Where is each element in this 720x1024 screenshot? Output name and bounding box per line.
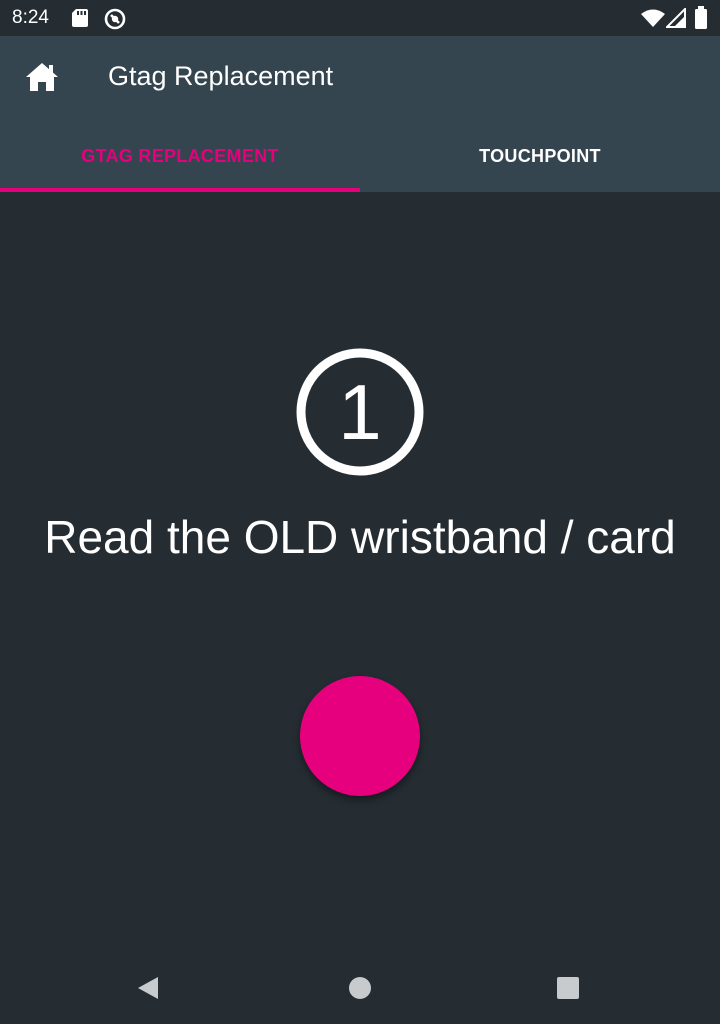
signal-icon (666, 8, 686, 28)
tab-touchpoint[interactable]: TOUCHPOINT (360, 120, 720, 192)
read-card-button[interactable] (300, 676, 420, 796)
sync-icon (104, 8, 126, 30)
tab-indicator (0, 188, 360, 192)
navigation-bar (0, 952, 720, 1024)
recents-icon[interactable] (556, 976, 580, 1000)
step-number: 1 (338, 368, 382, 456)
sd-card-icon (72, 9, 88, 27)
tab-label: TOUCHPOINT (479, 145, 601, 166)
wifi-icon (641, 9, 665, 27)
home-icon[interactable] (24, 61, 60, 93)
battery-icon (695, 6, 707, 29)
app-bar: Gtag Replacement GTAG REPLACEMENT TOUCHP… (0, 36, 720, 192)
instruction-text: Read the OLD wristband / card (44, 511, 676, 563)
app-title: Gtag Replacement (108, 61, 334, 91)
status-bar: 8:24 (0, 0, 720, 36)
tab-label: GTAG REPLACEMENT (81, 145, 279, 166)
status-time: 8:24 (12, 7, 49, 28)
back-icon[interactable] (136, 976, 160, 1000)
tab-gtag-replacement[interactable]: GTAG REPLACEMENT (0, 120, 360, 192)
home-nav-icon[interactable] (348, 976, 372, 1000)
tab-bar: GTAG REPLACEMENT TOUCHPOINT (0, 120, 720, 192)
